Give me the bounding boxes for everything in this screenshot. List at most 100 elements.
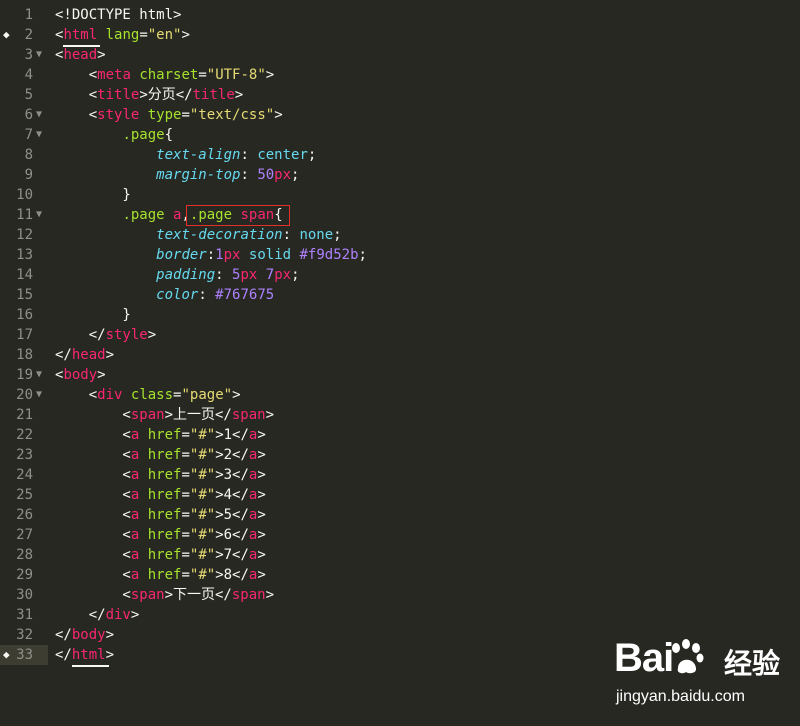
code-text[interactable]: margin-top: 50px; — [55, 165, 299, 185]
code-text[interactable]: <!DOCTYPE html> — [55, 5, 181, 25]
code-text[interactable]: border:1px solid #f9d52b; — [55, 245, 367, 265]
fold-arrow-icon[interactable]: ▼ — [36, 385, 46, 405]
line-number: 29 — [16, 567, 33, 583]
code-token: </ — [55, 327, 106, 343]
code-token: 7 — [265, 267, 275, 283]
code-line[interactable]: 19 ▼ <body> — [0, 365, 800, 385]
bookmark-icon[interactable]: ◆ — [3, 25, 10, 45]
code-text[interactable]: text-decoration: none; — [55, 225, 341, 245]
code-line[interactable]: 15 color: #767675 — [0, 285, 800, 305]
fold-arrow-icon[interactable]: ▼ — [36, 125, 46, 145]
code-line[interactable]: 2 ◆ <html lang="en"> — [0, 25, 800, 45]
code-text[interactable]: <body> — [55, 365, 106, 385]
code-line[interactable]: 31 </div> — [0, 605, 800, 625]
code-text[interactable]: } — [55, 305, 130, 325]
code-line[interactable]: 3 ▼ <head> — [0, 45, 800, 65]
code-line[interactable]: 1 <!DOCTYPE html> — [0, 5, 800, 25]
code-line[interactable]: 6 ▼ <style type="text/css"> — [0, 105, 800, 125]
code-text[interactable]: <style type="text/css"> — [55, 105, 283, 125]
jingyan-text: 经验 — [724, 647, 781, 680]
code-token: border — [156, 247, 207, 263]
code-text[interactable]: padding: 5px 7px; — [55, 265, 299, 285]
code-token: = — [181, 507, 190, 523]
code-line[interactable]: 5 <title>分页</title> — [0, 85, 800, 105]
code-token: : — [198, 287, 216, 303]
code-token: solid — [248, 247, 292, 263]
code-editor[interactable]: 1 <!DOCTYPE html> 2 ◆ <html lang="en"> 3 ▼ <hea… — [0, 0, 800, 726]
code-text[interactable]: <a href="#">2</a> — [55, 445, 265, 465]
code-line[interactable]: 14 padding: 5px 7px; — [0, 265, 800, 285]
code-token: > — [265, 407, 275, 423]
code-text[interactable]: </div> — [55, 605, 140, 625]
code-line[interactable]: 22 <a href="#">1</a> — [0, 425, 800, 445]
code-line[interactable]: 11 ▼ .page a,.page span{ — [0, 205, 800, 225]
code-line[interactable]: 10 } — [0, 185, 800, 205]
code-line[interactable]: 26 <a href="#">5</a> — [0, 505, 800, 525]
code-text[interactable]: <title>分页</title> — [55, 85, 244, 105]
code-line[interactable]: 13 border:1px solid #f9d52b; — [0, 245, 800, 265]
code-line[interactable]: 20 ▼ <div class="page"> — [0, 385, 800, 405]
code-text[interactable]: text-align: center; — [55, 145, 316, 165]
code-line[interactable]: 12 text-decoration: none; — [0, 225, 800, 245]
code-line[interactable]: 28 <a href="#">7</a> — [0, 545, 800, 565]
code-text[interactable]: <a href="#">7</a> — [55, 545, 265, 565]
code-text[interactable]: <a href="#">5</a> — [55, 505, 265, 525]
code-token: = — [181, 467, 190, 483]
code-line[interactable]: 16 } — [0, 305, 800, 325]
code-text[interactable]: <a href="#">4</a> — [55, 485, 265, 505]
code-line[interactable]: 24 <a href="#">3</a> — [0, 465, 800, 485]
line-number: 23 — [16, 447, 33, 463]
code-text[interactable]: <html lang="en"> — [55, 25, 190, 45]
code-line[interactable]: 9 margin-top: 50px; — [0, 165, 800, 185]
code-text[interactable]: <span>下一页</span> — [55, 585, 274, 605]
line-number: 6 — [24, 107, 33, 123]
code-line[interactable]: 25 <a href="#">4</a> — [0, 485, 800, 505]
code-text[interactable]: .page{ — [55, 125, 173, 145]
code-text[interactable]: </head> — [55, 345, 114, 365]
code-text[interactable]: <a href="#">3</a> — [55, 465, 265, 485]
code-text[interactable]: <head> — [55, 45, 106, 65]
baidu-logo-text: Bai — [614, 636, 674, 680]
baidu-jingyan-watermark: Bai 经验 jingyan.baidu.com — [612, 636, 792, 716]
code-line[interactable]: 23 <a href="#">2</a> — [0, 445, 800, 465]
code-text[interactable]: </body> — [55, 625, 114, 645]
fold-arrow-icon[interactable]: ▼ — [36, 205, 46, 225]
code-line[interactable]: 18 </head> — [0, 345, 800, 365]
code-line[interactable]: 21 <span>上一页</span> — [0, 405, 800, 425]
code-token: < — [55, 67, 98, 83]
code-text[interactable]: <meta charset="UTF-8"> — [55, 65, 275, 85]
code-text[interactable]: <a href="#">6</a> — [55, 525, 265, 545]
code-line[interactable]: 27 <a href="#">6</a> — [0, 525, 800, 545]
code-token: html — [71, 647, 106, 663]
line-number: 30 — [16, 587, 33, 603]
code-line[interactable]: 8 text-align: center; — [0, 145, 800, 165]
code-line[interactable]: 17 </style> — [0, 325, 800, 345]
code-token: "#" — [189, 427, 216, 443]
code-token: = — [181, 527, 190, 543]
code-token: #f9d52b — [299, 247, 359, 263]
code-token: > — [105, 647, 115, 663]
code-line[interactable]: 29 <a href="#">8</a> — [0, 565, 800, 585]
code-line[interactable]: 30 <span>下一页</span> — [0, 585, 800, 605]
code-line[interactable]: 4 <meta charset="UTF-8"> — [0, 65, 800, 85]
code-text[interactable]: <a href="#">1</a> — [55, 425, 265, 445]
code-text[interactable]: } — [55, 185, 130, 205]
code-text[interactable]: <div class="page"> — [55, 385, 241, 405]
code-text[interactable]: <a href="#">8</a> — [55, 565, 265, 585]
code-text[interactable]: </html> — [55, 645, 114, 665]
bookmark-icon[interactable]: ◆ — [3, 645, 10, 665]
code-line[interactable]: 7 ▼ .page{ — [0, 125, 800, 145]
code-token: #767675 — [215, 287, 275, 303]
code-token: > — [274, 107, 283, 123]
code-text[interactable]: </style> — [55, 325, 156, 345]
fold-arrow-icon[interactable]: ▼ — [36, 105, 46, 125]
fold-arrow-icon[interactable]: ▼ — [36, 365, 46, 385]
code-token: >8</ — [215, 567, 249, 583]
code-text[interactable]: color: #767675 — [55, 285, 274, 305]
fold-arrow-icon[interactable]: ▼ — [36, 45, 46, 65]
code-token: : — [215, 267, 233, 283]
code-token: "#" — [189, 447, 216, 463]
code-text[interactable]: <span>上一页</span> — [55, 405, 274, 425]
